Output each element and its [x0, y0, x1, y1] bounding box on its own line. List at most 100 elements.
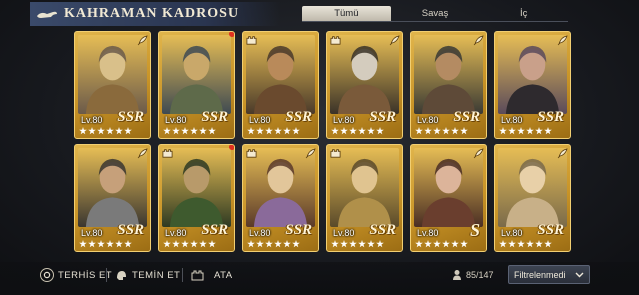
star-icon: [340, 127, 348, 135]
star-icon: [367, 127, 375, 135]
star-icon: [508, 127, 516, 135]
hero-count: 85/147: [452, 267, 494, 283]
star-icon: [535, 240, 543, 248]
star-icon: [292, 240, 300, 248]
star-icon: [424, 127, 432, 135]
star-icon: [208, 240, 216, 248]
quill-icon: [556, 34, 568, 46]
star-icon: [544, 240, 552, 248]
tab-all[interactable]: Tümü: [302, 6, 391, 21]
recruit-button[interactable]: TEMİN ET: [114, 267, 180, 283]
star-icon: [340, 240, 348, 248]
star-icon: [499, 240, 507, 248]
hero-card[interactable]: Lv.80 SSR: [326, 31, 403, 139]
star-icon: [247, 127, 255, 135]
chevron-down-icon: [575, 270, 584, 280]
hero-card[interactable]: Lv.80 SSR: [326, 144, 403, 252]
hero-level: Lv.80: [417, 228, 439, 238]
star-icon: [106, 240, 114, 248]
star-icon: [79, 240, 87, 248]
hero-level: Lv.80: [81, 228, 103, 238]
hero-portrait: [246, 148, 315, 227]
hero-rarity: SSR: [453, 109, 480, 125]
castle-icon: [329, 34, 341, 46]
star-icon: [172, 240, 180, 248]
assign-button[interactable]: ATA: [190, 267, 233, 283]
dismiss-button[interactable]: TERHİS ET: [40, 267, 112, 283]
star-icon: [517, 240, 525, 248]
star-icon: [349, 127, 357, 135]
hero-stars: [79, 127, 132, 135]
tab-combat[interactable]: Savaş: [391, 6, 480, 21]
hero-bust-icon: [452, 269, 462, 282]
hero-portrait: [498, 148, 567, 227]
hero-portrait: [414, 148, 483, 227]
star-icon: [181, 240, 189, 248]
hero-card[interactable]: Lv.80 SSR: [158, 31, 235, 139]
notification-dot: [229, 145, 234, 150]
hero-card[interactable]: Lv.80 S: [410, 144, 487, 252]
page-header: KAHRAMAN KADROSU: [30, 2, 280, 26]
hero-card[interactable]: Lv.80 SSR: [74, 31, 151, 139]
hero-portrait: [498, 35, 567, 114]
hero-stars: [79, 240, 132, 248]
star-icon: [265, 127, 273, 135]
notification-dot: [229, 32, 234, 37]
tab-internal[interactable]: İç: [479, 6, 568, 21]
hero-stars: [415, 127, 468, 135]
star-icon: [88, 240, 96, 248]
star-icon: [535, 127, 543, 135]
filter-tabs: Tümü Savaş İç: [302, 6, 568, 22]
hero-level: Lv.80: [333, 228, 355, 238]
star-icon: [190, 240, 198, 248]
quill-icon: [136, 34, 148, 46]
hero-portrait: [330, 148, 399, 227]
quill-icon: [472, 147, 484, 159]
star-icon: [517, 127, 525, 135]
hero-card[interactable]: Lv.80 SSR: [494, 31, 571, 139]
helmet-icon: [114, 268, 128, 282]
star-icon: [208, 127, 216, 135]
castle-icon: [190, 268, 204, 282]
castle-icon: [329, 147, 341, 159]
star-icon: [163, 127, 171, 135]
hero-stars: [163, 240, 216, 248]
star-icon: [199, 240, 207, 248]
hero-portrait: [330, 35, 399, 114]
hero-stars: [247, 240, 300, 248]
hero-card[interactable]: Lv.80 SSR: [158, 144, 235, 252]
hero-portrait: [246, 35, 315, 114]
hero-stars: [247, 127, 300, 135]
quill-icon: [472, 34, 484, 46]
filter-label: Filtrelenmedi: [514, 269, 566, 280]
hero-stars: [499, 240, 552, 248]
star-icon: [376, 240, 384, 248]
hero-card[interactable]: Lv.80 SSR: [494, 144, 571, 252]
hero-card[interactable]: Lv.80 SSR: [242, 144, 319, 252]
hero-card[interactable]: Lv.80 SSR: [410, 31, 487, 139]
divider: [182, 268, 183, 282]
star-icon: [460, 240, 468, 248]
hero-rarity: SSR: [285, 222, 312, 238]
star-icon: [256, 127, 264, 135]
hero-card[interactable]: Lv.80 SSR: [74, 144, 151, 252]
star-icon: [274, 240, 282, 248]
star-icon: [181, 127, 189, 135]
recruit-label: TEMİN ET: [132, 269, 181, 281]
star-icon: [433, 127, 441, 135]
hero-portrait: [78, 148, 147, 227]
hero-stars: [163, 127, 216, 135]
hero-rarity: SSR: [285, 109, 312, 125]
hero-count-value: 85/147: [466, 270, 494, 280]
filter-dropdown[interactable]: Filtrelenmedi: [508, 265, 590, 284]
hero-stars: [331, 127, 384, 135]
hero-card[interactable]: Lv.80 SSR: [242, 31, 319, 139]
hero-level: Lv.80: [501, 228, 523, 238]
hero-rarity: SSR: [369, 109, 396, 125]
star-icon: [274, 127, 282, 135]
star-icon: [79, 127, 87, 135]
star-icon: [292, 127, 300, 135]
dismiss-label: TERHİS ET: [58, 269, 113, 281]
star-icon: [442, 240, 450, 248]
assign-label: ATA: [214, 269, 233, 281]
